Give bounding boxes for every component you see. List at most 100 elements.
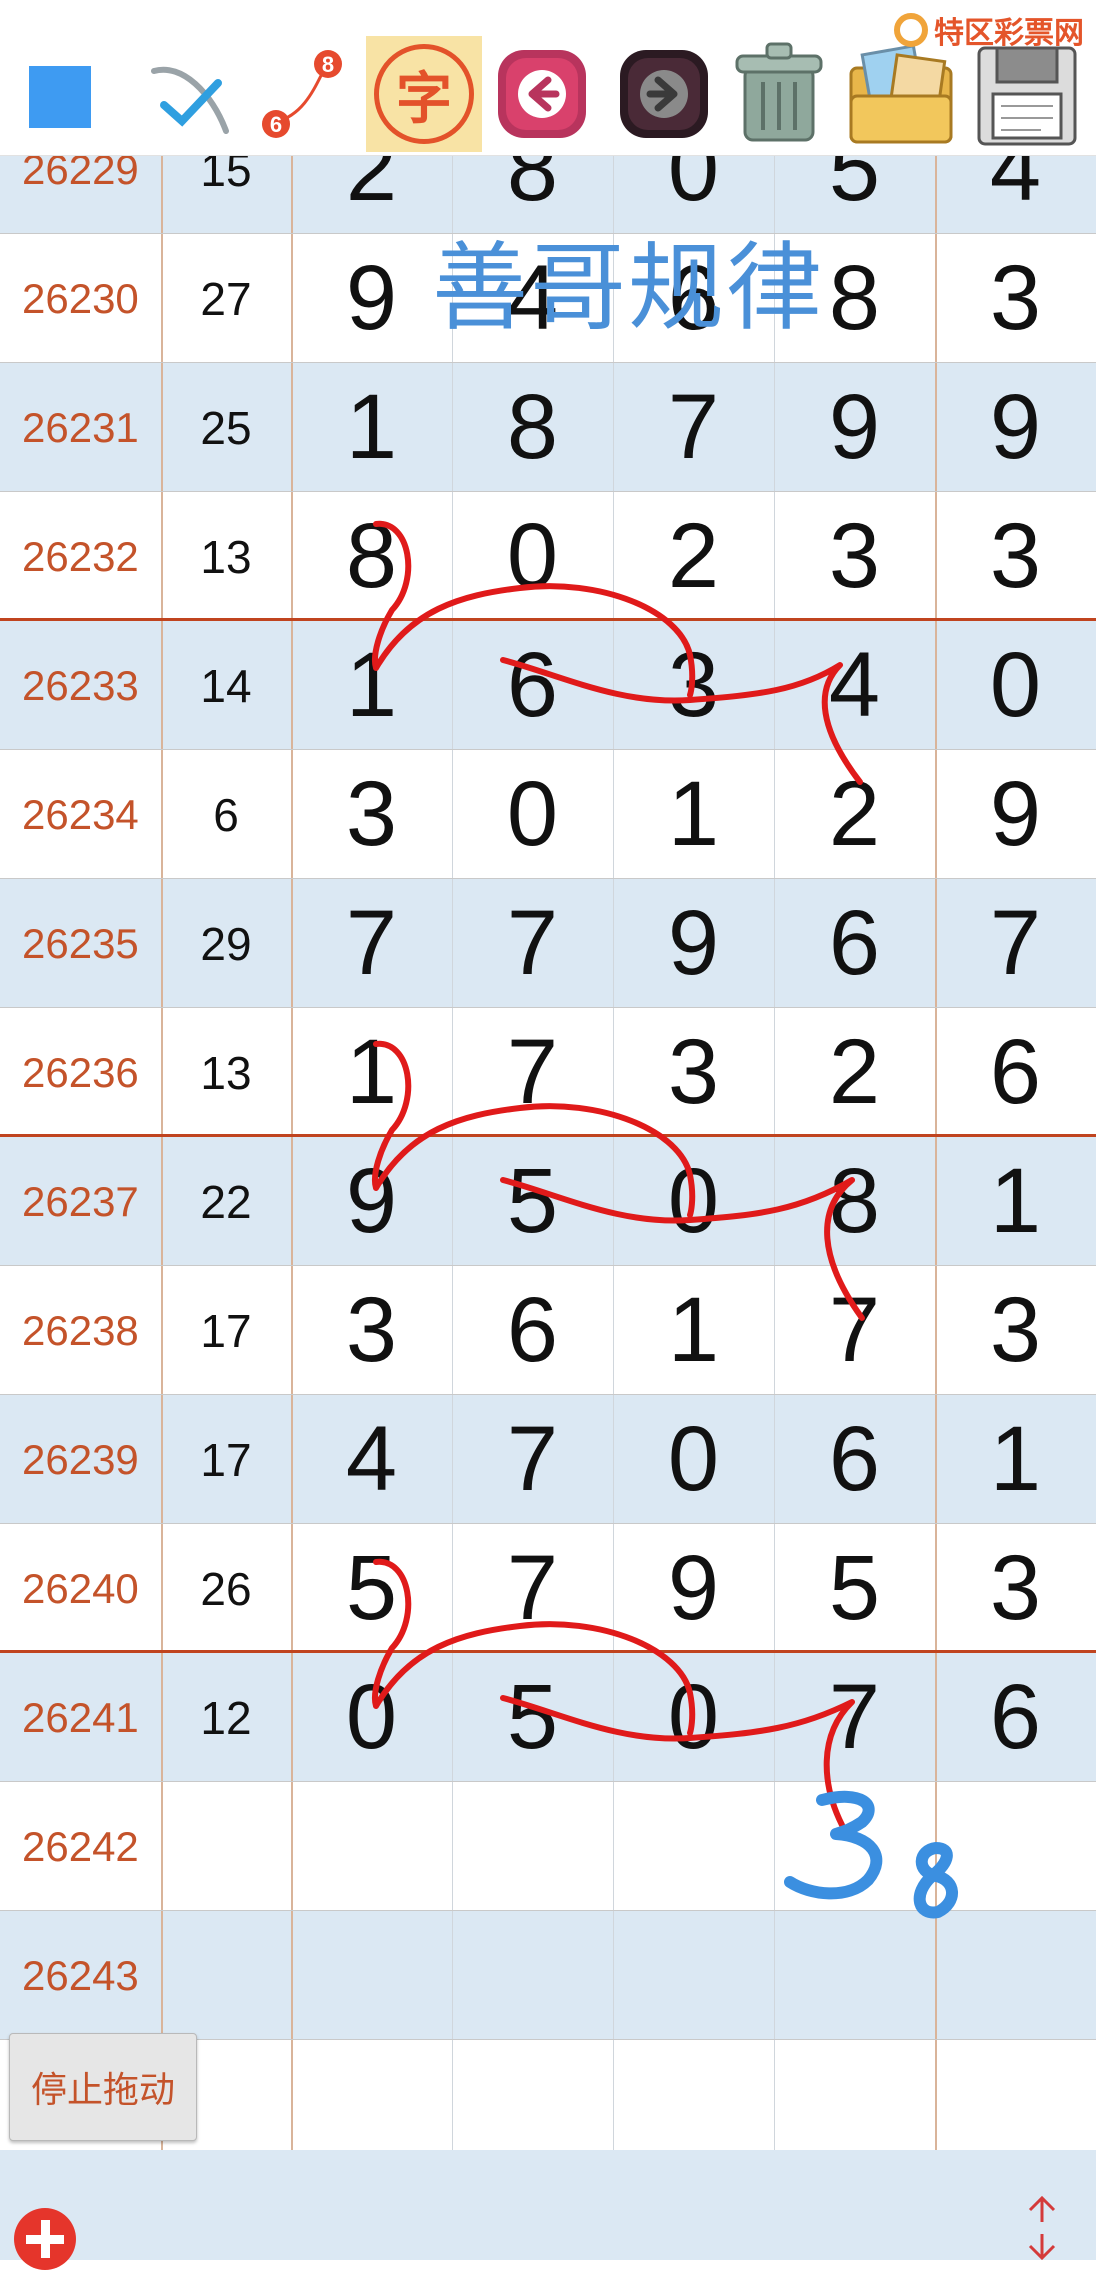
digit-cell: 5 — [828, 1537, 881, 1639]
stop-drag-button[interactable]: 停止拖动 — [9, 2033, 197, 2141]
table-row: 26235 29 7 7 9 6 7 — [0, 879, 1096, 1008]
column-divider — [935, 750, 937, 879]
column-divider — [774, 1782, 775, 1911]
digit-cell: 0 — [345, 1666, 398, 1768]
column-divider — [613, 1266, 614, 1395]
digit-cell: 3 — [989, 247, 1042, 349]
issue-number: 26238 — [22, 1306, 139, 1354]
clear-button[interactable] — [724, 36, 834, 148]
sum-value: 26 — [200, 1562, 252, 1615]
table-row: 26242 — [0, 1782, 1096, 1911]
column-divider — [452, 621, 453, 750]
table-row: 26240 26 5 7 9 5 3 — [0, 1524, 1096, 1654]
sum-value: 12 — [200, 1691, 252, 1744]
column-divider — [613, 492, 614, 621]
digit-cell: 9 — [667, 892, 720, 994]
digit-cell: 2 — [667, 505, 720, 607]
column-divider — [935, 1008, 937, 1137]
column-divider — [161, 1782, 163, 1911]
up-down-arrows-icon[interactable] — [1018, 2194, 1066, 2260]
column-divider — [291, 1137, 293, 1266]
column-divider — [161, 750, 163, 879]
digit-cell: 9 — [667, 1537, 720, 1639]
issue-number: 26229 — [22, 155, 139, 193]
column-divider — [161, 1266, 163, 1395]
column-divider — [613, 1524, 614, 1653]
column-divider — [774, 492, 775, 621]
plus-icon[interactable] — [14, 2208, 76, 2270]
column-divider — [161, 1137, 163, 1266]
issue-number: 26242 — [22, 1822, 139, 1870]
column-divider — [161, 1911, 163, 2040]
digit-cell: 1 — [667, 1279, 720, 1381]
digit-cell — [935, 1782, 1096, 1911]
column-divider — [613, 750, 614, 879]
issue-number: 26240 — [22, 1564, 139, 1612]
column-divider — [774, 621, 775, 750]
digit-cell: 7 — [828, 1666, 881, 1768]
column-divider — [613, 2040, 614, 2150]
color-swatch-button[interactable] — [18, 55, 102, 139]
column-divider — [613, 1008, 614, 1137]
undo-button[interactable] — [490, 42, 594, 146]
sum-value — [161, 1782, 291, 1911]
column-divider — [774, 1653, 775, 1782]
image-button[interactable] — [842, 38, 960, 150]
column-divider — [774, 1911, 775, 2040]
sum-value: 29 — [200, 917, 252, 970]
column-divider — [935, 1653, 937, 1782]
pen-tool-button[interactable] — [140, 50, 240, 146]
table-row: 26236 13 1 7 3 2 6 — [0, 1008, 1096, 1138]
digit-cell: 7 — [506, 1408, 559, 1510]
digit-cell: 5 — [506, 1150, 559, 1252]
digit-cell: 5 — [506, 1666, 559, 1768]
text-tool-button[interactable]: 字 — [366, 36, 482, 152]
lottery-grid: 26229 15 2 8 0 5 4 26230 27 9 4 6 8 3 26231 25 1 8 7 9 9 2623… — [0, 155, 1096, 2150]
digit-cell: 0 — [989, 634, 1042, 736]
column-divider — [452, 1653, 453, 1782]
logo-text: 特区彩票网 — [934, 17, 1084, 50]
digit-cell: 1 — [345, 634, 398, 736]
column-divider — [161, 1653, 163, 1782]
save-button[interactable] — [968, 40, 1086, 152]
digit-cell: 2 — [828, 1021, 881, 1123]
column-divider — [613, 363, 614, 492]
digit-cell — [613, 1782, 774, 1911]
digit-cell: 9 — [989, 376, 1042, 478]
column-divider — [774, 1266, 775, 1395]
column-divider — [452, 1782, 453, 1911]
column-divider — [291, 1653, 293, 1782]
issue-number: 26243 — [22, 1951, 139, 1999]
column-divider — [161, 879, 163, 1008]
digit-cell: 6 — [989, 1021, 1042, 1123]
digit-cell: 5 — [345, 1537, 398, 1639]
digit-cell — [613, 2040, 774, 2150]
issue-number: 26237 — [22, 1177, 139, 1225]
column-divider — [161, 234, 163, 363]
digit-cell: 8 — [828, 1150, 881, 1252]
column-divider — [774, 1524, 775, 1653]
digit-cell — [291, 1911, 452, 2040]
column-divider — [291, 363, 293, 492]
trash-can-icon — [735, 42, 823, 142]
issue-number: 26236 — [22, 1048, 139, 1096]
column-divider — [613, 879, 614, 1008]
column-divider — [291, 879, 293, 1008]
digit-cell: 3 — [989, 505, 1042, 607]
digit-cell: 7 — [506, 1021, 559, 1123]
column-divider — [291, 750, 293, 879]
column-divider — [935, 2040, 937, 2150]
digit-cell: 0 — [667, 1408, 720, 1510]
table-row: 26232 13 8 0 2 3 3 — [0, 492, 1096, 622]
checkmark-pen-icon — [151, 66, 229, 134]
digit-cell: 0 — [667, 1666, 720, 1768]
table-row: 26241 12 0 5 0 7 6 — [0, 1653, 1096, 1782]
line-tool-button[interactable]: 6 8 — [256, 44, 356, 148]
column-divider — [935, 1911, 937, 2040]
digit-cell: 7 — [989, 892, 1042, 994]
redo-button[interactable] — [612, 42, 716, 146]
column-divider — [291, 1008, 293, 1137]
digit-cell: 6 — [828, 892, 881, 994]
line-tool-label-b: 8 — [322, 52, 334, 77]
column-divider — [291, 1266, 293, 1395]
